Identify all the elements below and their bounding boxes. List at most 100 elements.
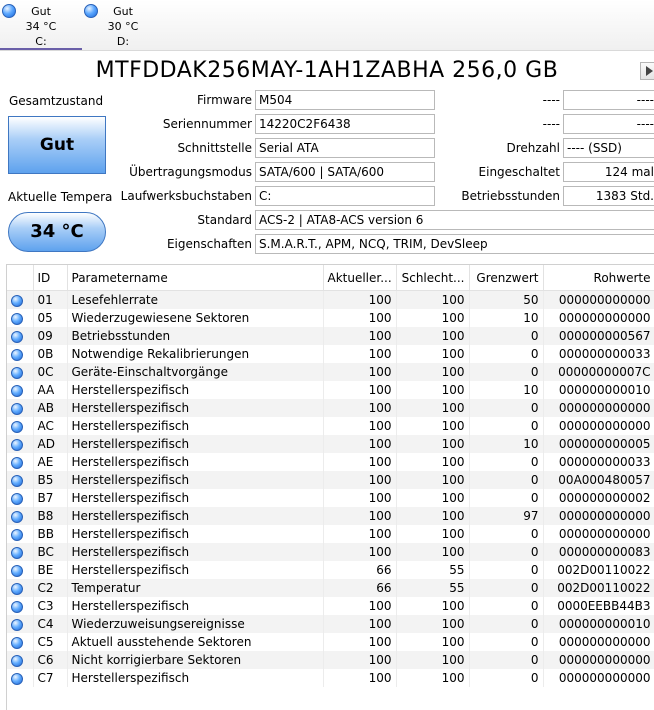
status-cell — [7, 561, 34, 579]
current-value: 100 — [323, 290, 397, 309]
raw-value: 000000000000 — [543, 290, 654, 309]
attribute-id: 09 — [33, 327, 68, 345]
worst-value: 100 — [396, 381, 470, 399]
status-cell — [7, 399, 34, 417]
column-header-id[interactable]: ID — [33, 265, 68, 291]
attribute-id: BC — [33, 543, 68, 561]
drive-tab-d-label: Gut 30 °C D: — [102, 4, 144, 49]
attribute-id: C2 — [33, 579, 68, 597]
raw-value: 00A000480057 — [543, 471, 654, 489]
table-row[interactable]: C4 Wiederzuweisungsereignisse 100 100 0 00000… — [7, 615, 654, 633]
drive-tab-d[interactable]: Gut 30 °C D: — [82, 0, 164, 50]
table-row[interactable]: 05 Wiederzugewiesene Sektoren 100 100 10 0000… — [7, 309, 654, 327]
table-row[interactable]: C6 Nicht korrigierbare Sektoren 100 100 0 000… — [7, 651, 654, 669]
table-row[interactable]: AD Herstellerspezifisch 100 100 10 0000000000… — [7, 435, 654, 453]
table-row[interactable]: BC Herstellerspezifisch 100 100 0 00000000008… — [7, 543, 654, 561]
attribute-name: Herstellerspezifisch — [67, 453, 324, 471]
table-row[interactable]: AC Herstellerspezifisch 100 100 0 00000000000… — [7, 417, 654, 435]
table-row[interactable]: AB Herstellerspezifisch 100 100 0 00000000000… — [7, 399, 654, 417]
table-row[interactable]: C5 Aktuell ausstehende Sektoren 100 100 0 000… — [7, 633, 654, 651]
worst-value: 100 — [396, 471, 470, 489]
worst-value: 55 — [396, 579, 470, 597]
rotation-field: ---- (SSD) — [563, 138, 654, 158]
status-cell — [7, 669, 34, 687]
attribute-id: AC — [33, 417, 68, 435]
status-good-icon — [11, 546, 23, 559]
status-cell — [7, 633, 34, 651]
worst-value: 100 — [396, 309, 470, 327]
column-header-worst[interactable]: Schlecht... — [396, 265, 470, 291]
current-value: 100 — [323, 345, 397, 363]
current-value: 100 — [323, 363, 397, 381]
next-arrow-icon[interactable] — [640, 62, 654, 80]
drive-c-status: Gut — [31, 5, 51, 18]
attribute-name: Temperatur — [67, 579, 324, 597]
column-header-name[interactable]: Parametername — [67, 265, 324, 291]
status-cell — [7, 651, 34, 669]
features-label: Eigenschaften — [166, 237, 252, 251]
table-row[interactable]: AA Herstellerspezifisch 100 100 10 0000000000… — [7, 381, 654, 399]
health-status-button[interactable]: Gut — [8, 116, 106, 174]
status-cell — [7, 579, 34, 597]
right-info-field-2: ---- — [563, 114, 654, 134]
worst-value: 100 — [396, 399, 470, 417]
threshold-value: 0 — [469, 489, 544, 507]
raw-value: 000000000000 — [543, 399, 654, 417]
current-value: 100 — [323, 651, 397, 669]
table-row[interactable]: C2 Temperatur 66 55 0 002D00110022 — [7, 579, 654, 597]
attribute-id: AB — [33, 399, 68, 417]
table-row[interactable]: 0C Geräte-Einschaltvorgänge 100 100 0 0000000… — [7, 363, 654, 381]
current-value: 100 — [323, 471, 397, 489]
raw-value: 000000000010 — [543, 615, 654, 633]
threshold-value: 10 — [469, 381, 544, 399]
power-on-hours-label: Betriebsstunden — [461, 189, 560, 203]
table-row[interactable]: B7 Herstellerspezifisch 100 100 0 00000000000… — [7, 489, 654, 507]
column-header-threshold[interactable]: Grenzwert — [469, 265, 544, 291]
raw-value: 000000000000 — [543, 309, 654, 327]
status-cell — [7, 543, 34, 561]
drive-c-letter: C: — [35, 35, 47, 48]
threshold-value: 0 — [469, 363, 544, 381]
table-row[interactable]: 0B Notwendige Rekalibrierungen 100 100 0 0000… — [7, 345, 654, 363]
table-row[interactable]: 01 Lesefehlerrate 100 100 50 000000000000 — [7, 290, 654, 309]
table-row[interactable]: C7 Herstellerspezifisch 100 100 0 00000000000… — [7, 669, 654, 687]
drive-d-letter: D: — [116, 35, 130, 48]
table-row[interactable]: B8 Herstellerspezifisch 100 100 97 0000000000… — [7, 507, 654, 525]
current-value: 100 — [323, 507, 397, 525]
table-row[interactable]: B5 Herstellerspezifisch 100 100 0 00A00048005… — [7, 471, 654, 489]
attribute-name: Herstellerspezifisch — [67, 543, 324, 561]
temperature-button[interactable]: 34 °C — [8, 212, 106, 252]
status-cell — [7, 363, 34, 381]
threshold-value: 0 — [469, 579, 544, 597]
column-header-status[interactable] — [7, 265, 34, 291]
column-header-raw[interactable]: Rohwerte — [543, 265, 654, 291]
table-row[interactable]: AE Herstellerspezifisch 100 100 0 00000000003… — [7, 453, 654, 471]
table-row[interactable]: BE Herstellerspezifisch 66 55 0 002D00110022 — [7, 561, 654, 579]
table-row[interactable]: 09 Betriebsstunden 100 100 0 000000000567 — [7, 327, 654, 345]
column-header-current[interactable]: Aktueller... — [323, 265, 397, 291]
drive-d-temp: 30 °C — [107, 20, 139, 33]
status-good-icon — [11, 330, 23, 343]
health-label: Gesamtzustand — [8, 94, 104, 108]
raw-value: 000000000000 — [543, 417, 654, 435]
threshold-value: 0 — [469, 543, 544, 561]
table-row[interactable]: BB Herstellerspezifisch 100 100 0 00000000000… — [7, 525, 654, 543]
raw-value: 000000000033 — [543, 345, 654, 363]
table-row[interactable]: C3 Herstellerspezifisch 100 100 0 0000EEBB44B… — [7, 597, 654, 615]
features-field: S.M.A.R.T., APM, NCQ, TRIM, DevSleep — [255, 234, 654, 254]
worst-value: 100 — [396, 435, 470, 453]
smart-table-container[interactable]: ID Parametername Aktueller... Schlecht..… — [6, 264, 654, 710]
threshold-value: 0 — [469, 345, 544, 363]
raw-value: 002D00110022 — [543, 579, 654, 597]
threshold-value: 50 — [469, 290, 544, 309]
raw-value: 000000000000 — [543, 669, 654, 687]
raw-value: 000000000083 — [543, 543, 654, 561]
drive-tab-c[interactable]: Gut 34 °C C: — [0, 0, 82, 50]
worst-value: 100 — [396, 345, 470, 363]
status-good-icon — [11, 636, 23, 649]
threshold-value: 0 — [469, 669, 544, 687]
attribute-name: Notwendige Rekalibrierungen — [67, 345, 324, 363]
raw-value: 0000EEBB44B3 — [543, 597, 654, 615]
worst-value: 100 — [396, 507, 470, 525]
worst-value: 100 — [396, 633, 470, 651]
